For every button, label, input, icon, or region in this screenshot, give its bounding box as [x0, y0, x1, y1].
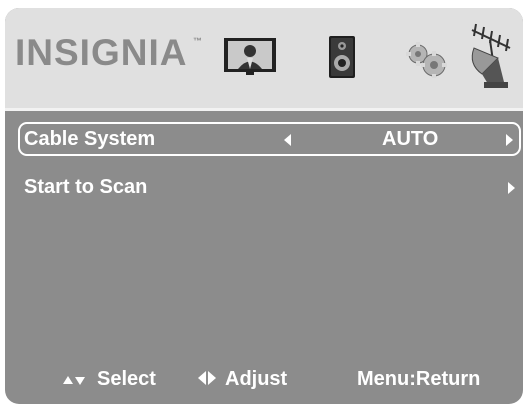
trademark-symbol: ™ [193, 36, 202, 46]
right-arrow-icon[interactable] [506, 134, 513, 146]
select-hint: Select [97, 368, 156, 390]
cable-system-label: Cable System [24, 128, 156, 150]
right-arrow-icon[interactable] [508, 182, 515, 194]
up-down-arrows-icon [63, 376, 85, 385]
left-arrow-icon[interactable] [284, 134, 291, 146]
cable-system-value: AUTO [382, 128, 439, 150]
picture-icon[interactable] [222, 36, 278, 76]
insignia-logo: INSIGNIA [15, 32, 188, 73]
menu-footer: Select Adjust Menu:Return [5, 366, 523, 396]
start-to-scan-label: Start to Scan [24, 176, 148, 198]
adjust-hint: Adjust [225, 368, 288, 390]
tv-menu-screen: INSIGNIA ™ Cable System AUTO Start to Sc… [5, 8, 523, 404]
menu-header: INSIGNIA ™ [5, 8, 523, 108]
settings-icon[interactable] [404, 40, 448, 78]
menu-item-cable-system[interactable]: Cable System AUTO [18, 122, 521, 156]
channel-icon[interactable] [464, 22, 518, 92]
left-right-arrows-icon [198, 371, 216, 385]
header-divider [5, 108, 523, 111]
menu-return-hint: Menu:Return [357, 368, 481, 390]
audio-icon[interactable] [327, 34, 357, 80]
menu-item-start-to-scan[interactable]: Start to Scan [18, 170, 521, 206]
